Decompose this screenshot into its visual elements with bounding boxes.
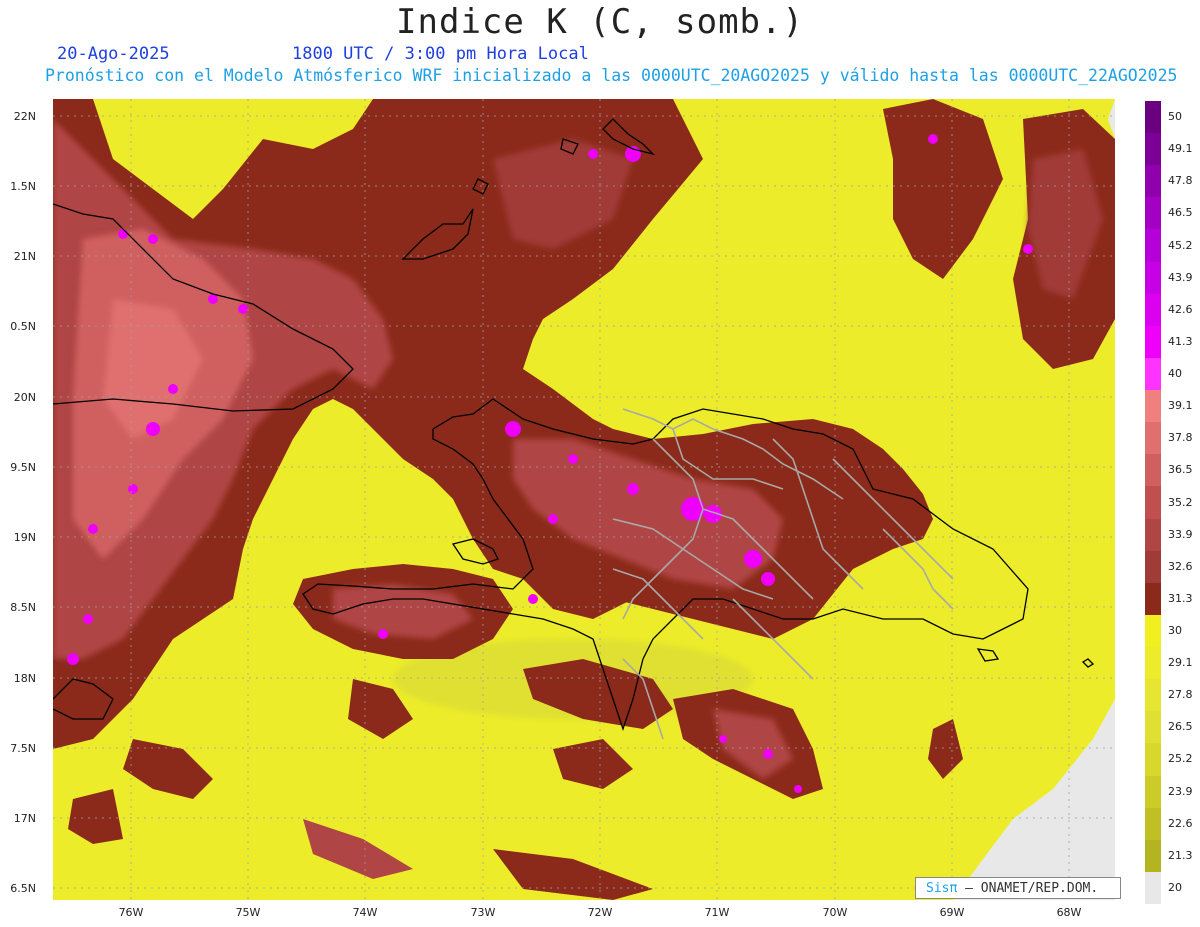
color-swatch (1145, 390, 1161, 423)
color-swatch (1145, 550, 1161, 584)
lon-label: 74W (352, 906, 378, 919)
lon-label: 76W (118, 906, 144, 919)
color-swatch (1145, 486, 1161, 520)
color-scale-label: 39.1 (1168, 399, 1193, 413)
color-swatch (1145, 261, 1161, 295)
forecast-subtitle: Pronóstico con el Modelo Atmósferico WRF… (45, 66, 1178, 85)
color-scale-label: 37.8 (1168, 431, 1193, 445)
color-scale-label: 41.3 (1168, 334, 1193, 348)
sispi-logo: Sisπ (926, 881, 958, 896)
chart-title: Indice K (C, somb.) (396, 2, 804, 42)
color-swatch (1145, 518, 1161, 552)
lat-label: 20N (13, 391, 36, 404)
lat-label: 6.5N (10, 882, 36, 895)
credit-text: – ONAMET/REP.DOM. (965, 881, 1099, 896)
color-swatch (1145, 325, 1161, 359)
color-scale-label: 21.3 (1168, 848, 1193, 862)
lon-label: 71W (704, 906, 730, 919)
map-field (53, 99, 1115, 900)
color-swatch (1145, 679, 1161, 712)
color-scale-label: 31.3 (1168, 591, 1193, 605)
color-scale-label: 35.2 (1168, 495, 1193, 509)
color-scale-label: 23.9 (1168, 784, 1193, 798)
color-scale-label: 45.2 (1168, 238, 1193, 252)
lon-label: 70W (822, 906, 848, 919)
k-index-map (53, 99, 1115, 900)
color-swatch (1145, 839, 1161, 873)
color-swatch (1145, 101, 1161, 134)
color-swatch (1145, 357, 1161, 391)
lon-label: 69W (939, 906, 965, 919)
color-swatch (1145, 165, 1161, 198)
lat-label: 21N (13, 250, 36, 263)
color-scale-label: 29.1 (1168, 656, 1193, 670)
color-swatch (1145, 871, 1161, 905)
forecast-date: 20-Ago-2025 (57, 44, 170, 64)
color-scale-label: 27.8 (1168, 688, 1193, 702)
color-scale-label: 42.6 (1168, 302, 1193, 316)
color-scale-label: 30 (1168, 623, 1182, 637)
color-scale-label: 46.5 (1168, 206, 1193, 220)
color-scale-label: 50 (1168, 110, 1182, 124)
color-swatch (1145, 293, 1161, 327)
color-scale-label: 33.9 (1168, 527, 1193, 541)
lat-label: 19N (13, 531, 36, 544)
color-scale-label: 40 (1168, 367, 1182, 381)
lat-label: 22N (13, 110, 36, 123)
lon-label: 75W (235, 906, 261, 919)
color-swatch (1145, 454, 1161, 487)
lat-label: 9.5N (10, 461, 36, 474)
color-scale-label: 32.6 (1168, 559, 1193, 573)
lat-label: 7.5N (10, 742, 36, 755)
color-swatch (1145, 614, 1161, 648)
color-swatch (1145, 197, 1161, 230)
lat-label: 17N (13, 812, 36, 825)
color-swatch (1145, 775, 1161, 809)
color-scale-label: 47.8 (1168, 174, 1193, 188)
color-scale-label: 49.1 (1168, 142, 1193, 156)
color-swatch (1145, 582, 1161, 616)
color-scale-label: 26.5 (1168, 720, 1193, 734)
color-scale-label: 43.9 (1168, 270, 1193, 284)
color-swatch (1145, 647, 1161, 680)
color-scale-label: 25.2 (1168, 752, 1193, 766)
lat-label: 1.5N (10, 180, 36, 193)
lat-label: 8.5N (10, 601, 36, 614)
color-swatch (1145, 229, 1161, 263)
color-swatch (1145, 743, 1161, 776)
lon-label: 72W (587, 906, 613, 919)
color-swatch (1145, 422, 1161, 455)
credit-box: Sisπ – ONAMET/REP.DOM. (915, 877, 1121, 899)
lat-label: 18N (13, 672, 36, 685)
lat-label: 0.5N (10, 320, 36, 333)
color-swatch (1145, 711, 1161, 744)
lon-label: 68W (1056, 906, 1082, 919)
color-swatch (1145, 133, 1161, 166)
color-swatch (1145, 807, 1161, 841)
color-scale-label: 36.5 (1168, 463, 1193, 477)
lon-label: 73W (470, 906, 496, 919)
forecast-time: 1800 UTC / 3:00 pm Hora Local (292, 44, 589, 64)
color-scale-label: 22.6 (1168, 816, 1193, 830)
color-scale-label: 20 (1168, 880, 1182, 894)
color-scale-bar (1145, 101, 1161, 905)
